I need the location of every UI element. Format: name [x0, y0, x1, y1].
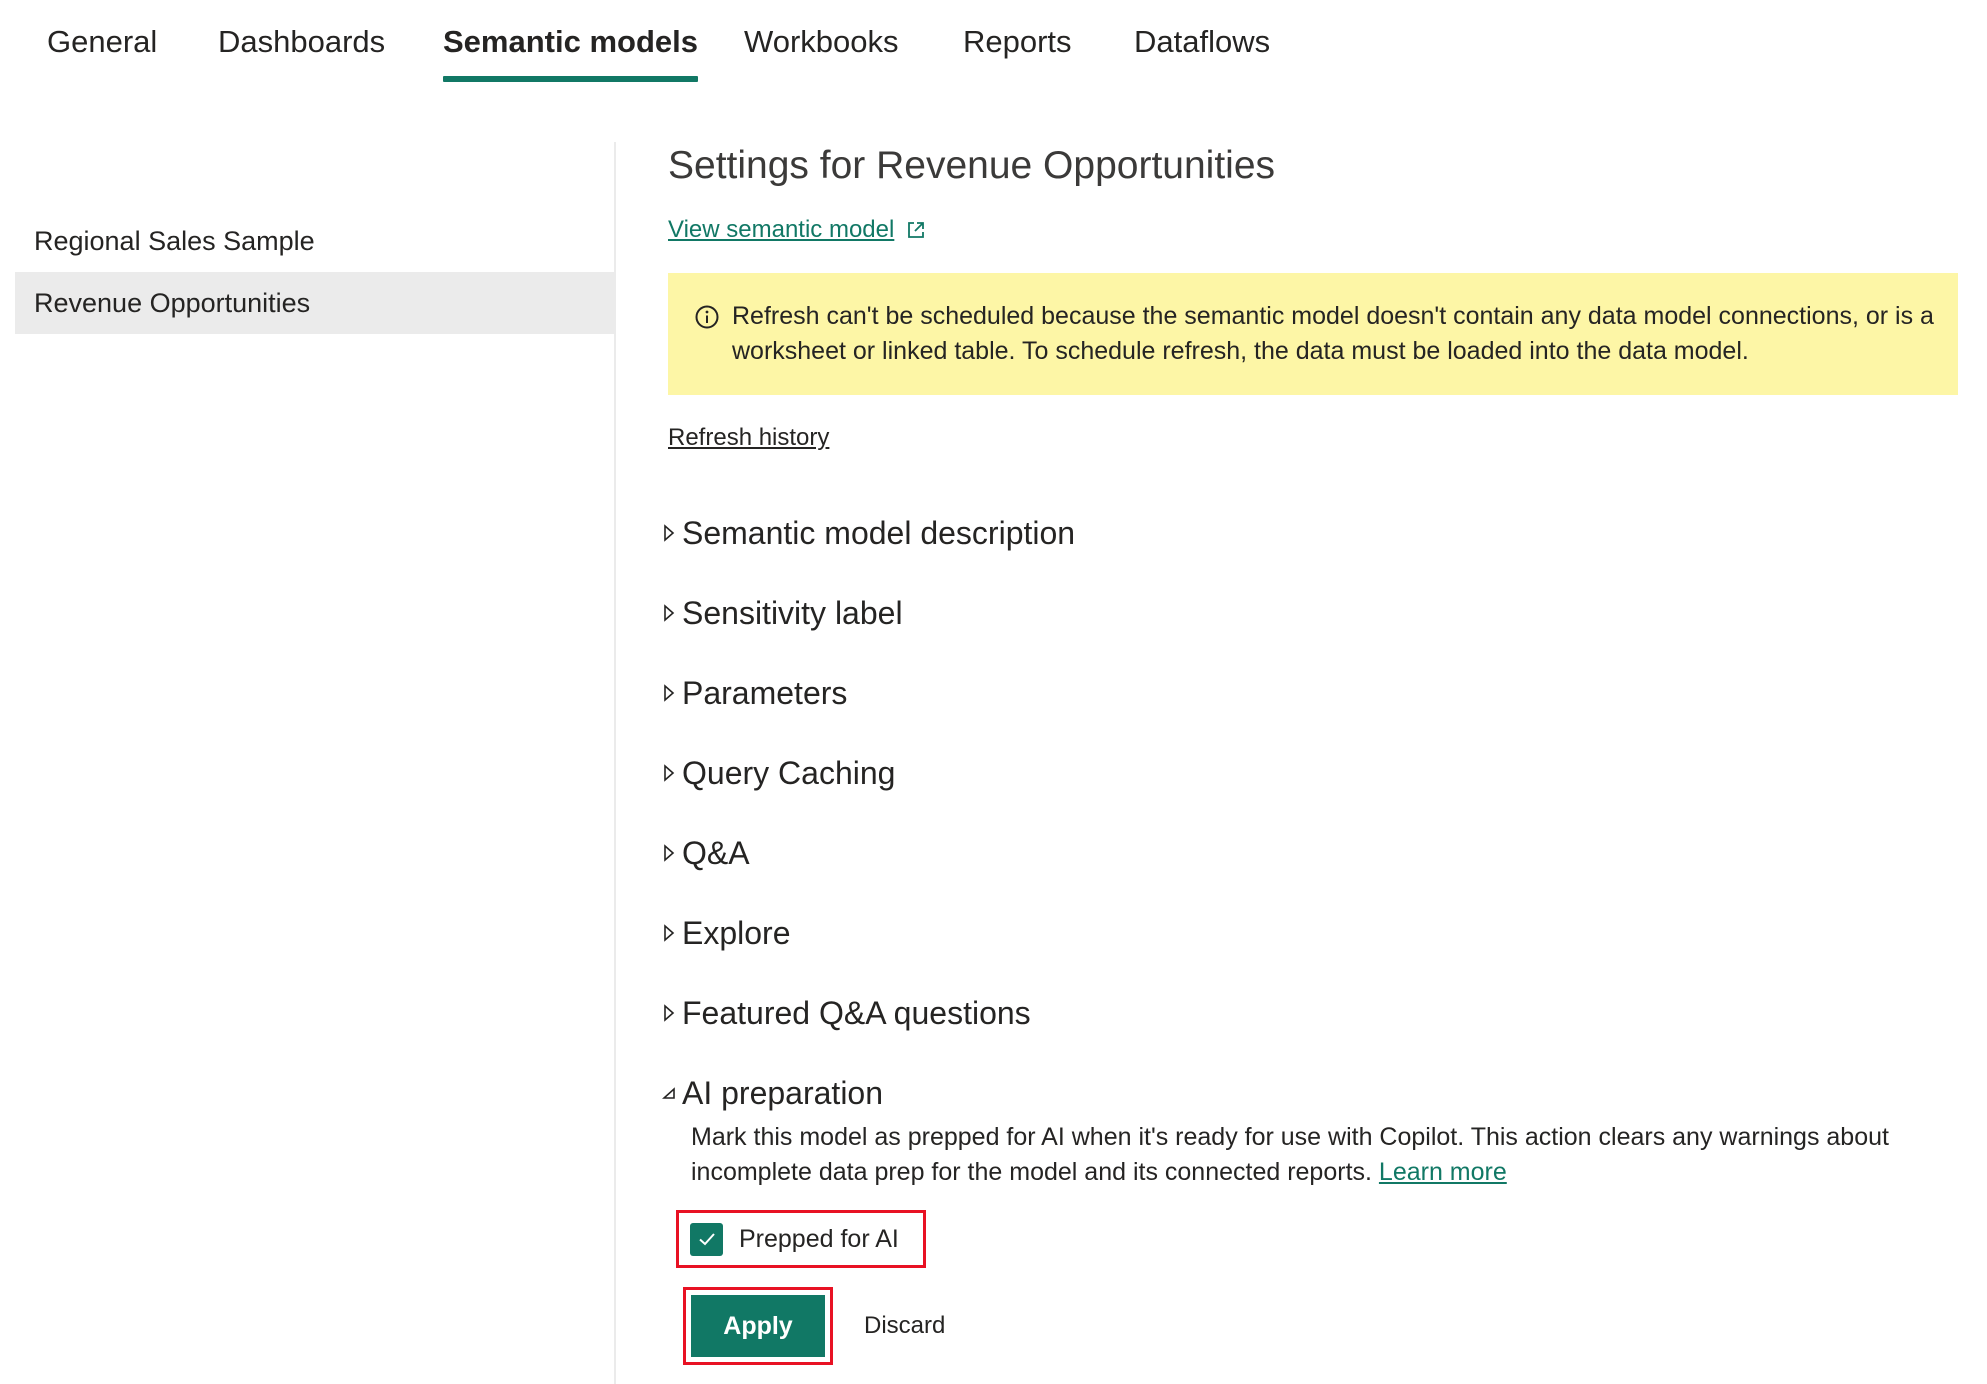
- section-parameters[interactable]: Parameters: [662, 668, 847, 718]
- apply-button[interactable]: Apply: [691, 1295, 825, 1357]
- learn-more-link[interactable]: Learn more: [1379, 1158, 1507, 1186]
- discard-button[interactable]: Discard: [864, 1308, 945, 1344]
- ai-prep-description: Mark this model as prepped for AI when i…: [691, 1120, 1961, 1190]
- refresh-history-link[interactable]: Refresh history: [668, 424, 829, 452]
- chevron-right-icon: [664, 924, 675, 942]
- apply-button-highlight: Apply: [683, 1287, 833, 1365]
- section-featured-qna-questions[interactable]: Featured Q&A questions: [662, 988, 1031, 1038]
- tab-workbooks[interactable]: Workbooks: [744, 24, 899, 84]
- semantic-model-list: Regional Sales Sample Revenue Opportunit…: [15, 210, 615, 334]
- tab-dashboards[interactable]: Dashboards: [218, 24, 385, 84]
- tab-dataflows[interactable]: Dataflows: [1134, 24, 1270, 84]
- view-semantic-model-label: View semantic model: [668, 216, 895, 243]
- settings-page: General Dashboards Semantic models Workb…: [0, 0, 1987, 1384]
- section-label: Parameters: [682, 674, 848, 711]
- tab-semantic-models[interactable]: Semantic models: [443, 24, 698, 84]
- panel-divider: [614, 142, 616, 1384]
- page-title: Settings for Revenue Opportunities: [668, 144, 1276, 187]
- info-icon: [695, 305, 719, 329]
- banner-message: Refresh can't be scheduled because the s…: [732, 302, 1934, 365]
- chevron-right-icon: [664, 524, 675, 542]
- top-tabs: General Dashboards Semantic models Workb…: [0, 0, 1987, 90]
- checkbox-checked-icon: [690, 1222, 723, 1256]
- chevron-right-icon: [664, 1004, 675, 1022]
- section-label: Explore: [682, 914, 791, 951]
- section-label: Semantic model description: [682, 514, 1076, 551]
- external-link-icon: [908, 222, 925, 238]
- tab-general[interactable]: General: [47, 24, 157, 84]
- tab-reports[interactable]: Reports: [963, 24, 1072, 84]
- section-sensitivity-label[interactable]: Sensitivity label: [662, 588, 903, 638]
- ai-prep-description-text: Mark this model as prepped for AI when i…: [691, 1123, 1889, 1186]
- chevron-right-icon: [664, 764, 675, 782]
- section-label: Sensitivity label: [682, 594, 903, 631]
- view-semantic-model-link[interactable]: View semantic model: [668, 212, 926, 248]
- settings-panel: Settings for Revenue Opportunities View …: [662, 138, 1958, 1365]
- section-explore[interactable]: Explore: [662, 908, 791, 958]
- section-label: AI preparation: [682, 1074, 884, 1111]
- prepped-for-ai-checkbox[interactable]: Prepped for AI: [676, 1210, 926, 1268]
- section-label: Featured Q&A questions: [682, 994, 1031, 1031]
- model-item-regional-sales-sample[interactable]: Regional Sales Sample: [15, 210, 615, 272]
- chevron-right-icon: [664, 684, 675, 702]
- section-ai-preparation[interactable]: AI preparation: [662, 1068, 883, 1118]
- section-qna[interactable]: Q&A: [662, 828, 750, 878]
- chevron-right-icon: [664, 844, 675, 862]
- checkmark-icon: [698, 1233, 715, 1246]
- chevron-expanded-icon: [662, 1087, 675, 1099]
- refresh-warning-banner: Refresh can't be scheduled because the s…: [668, 273, 1958, 395]
- chevron-right-icon: [664, 604, 675, 622]
- section-label: Query Caching: [682, 754, 896, 791]
- section-semantic-model-description[interactable]: Semantic model description: [662, 508, 1075, 558]
- section-query-caching[interactable]: Query Caching: [662, 748, 895, 798]
- prepped-for-ai-label: Prepped for AI: [739, 1224, 899, 1253]
- model-item-revenue-opportunities[interactable]: Revenue Opportunities: [15, 272, 615, 334]
- section-label: Q&A: [682, 834, 750, 871]
